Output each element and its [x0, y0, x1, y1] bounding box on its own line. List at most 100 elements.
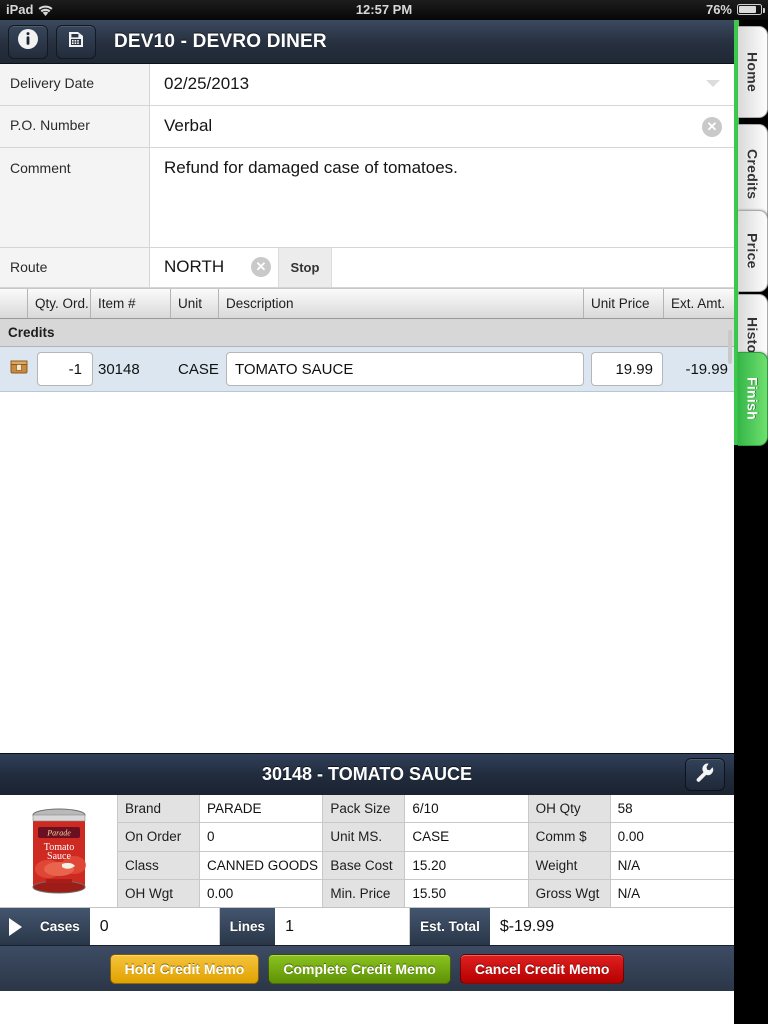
svg-text:Parade: Parade — [46, 829, 71, 838]
spec-key: Class — [118, 851, 200, 879]
expand-totals-button[interactable] — [0, 908, 30, 945]
col-header-description[interactable]: Description — [219, 289, 584, 318]
cancel-credit-memo-button[interactable]: Cancel Credit Memo — [459, 953, 625, 984]
spec-key: Pack Size — [323, 795, 406, 823]
row-qty-cell[interactable]: -1 — [28, 352, 93, 386]
po-number-clear-icon[interactable]: ✕ — [702, 117, 722, 137]
col-header-item[interactable]: Item # — [91, 289, 171, 318]
spec-key: Weight — [528, 851, 611, 879]
tab-label-price: Price — [744, 233, 761, 269]
est-total-label: Est. Total — [410, 908, 490, 945]
tomato-sauce-can-image: Parade Tomato Sauce — [28, 807, 90, 895]
spec-value: PARADE — [200, 795, 324, 823]
po-number-field[interactable]: Verbal ✕ — [150, 106, 734, 147]
spec-row: Base Cost 15.20 — [323, 851, 529, 880]
spec-row: OH Qty 58 — [528, 795, 734, 824]
tab-label-finish: Finish — [744, 377, 761, 421]
spec-row: Gross Wgt N/A — [528, 879, 734, 907]
tab-label-credits: Credits — [744, 148, 761, 200]
action-button-bar: Hold Credit Memo Complete Credit Memo Ca… — [0, 946, 734, 991]
col-header-unit-price[interactable]: Unit Price — [584, 289, 664, 318]
table-header-row: Qty. Ord. Item # Unit Description Unit P… — [0, 288, 734, 319]
route-value: NORTH — [164, 257, 225, 276]
scrollbar-thumb[interactable] — [728, 330, 732, 364]
spec-key: Gross Wgt — [528, 879, 611, 907]
description-input[interactable]: TOMATO SAUCE — [226, 352, 584, 386]
table-row[interactable]: -1 30148 CASE TOMATO SAUCE 19.99 -19.99 — [0, 347, 734, 392]
battery-percent-label: 76% — [705, 2, 732, 17]
items-table: Qty. Ord. Item # Unit Description Unit P… — [0, 288, 734, 753]
stop-button[interactable]: Stop — [278, 248, 332, 287]
col-header-ext-amount[interactable]: Ext. Amt. — [664, 289, 734, 318]
spec-key: Min. Price — [323, 879, 406, 907]
lines-label: Lines — [219, 908, 276, 945]
spec-row: Brand PARADE — [118, 795, 324, 824]
spec-row: Class CANNED GOODS — [118, 851, 324, 880]
spec-value: 0.00 — [200, 879, 324, 907]
spec-row: Unit MS. CASE — [323, 823, 529, 852]
po-number-row[interactable]: P.O. Number Verbal ✕ — [0, 106, 734, 148]
row-unit-price-cell[interactable]: 19.99 — [584, 352, 664, 386]
spec-key: Comm $ — [528, 823, 611, 851]
sidebar-item-home[interactable]: Home — [738, 26, 768, 118]
table-empty-area — [0, 392, 734, 753]
route-label: Route — [0, 248, 150, 287]
col-header-qty[interactable]: Qty. Ord. — [28, 289, 91, 318]
product-settings-button[interactable] — [685, 758, 725, 791]
po-number-value: Verbal — [164, 116, 213, 135]
complete-credit-memo-button[interactable]: Complete Credit Memo — [268, 953, 451, 984]
calculator-button[interactable] — [56, 24, 96, 59]
route-row[interactable]: Route NORTH ✕ Stop — [0, 248, 734, 288]
status-bar-clock: 12:57 PM — [355, 2, 413, 17]
po-number-label: P.O. Number — [0, 106, 150, 147]
chevron-down-icon[interactable] — [706, 80, 720, 87]
app-navbar: DEV10 - DEVRO DINER — [0, 20, 734, 64]
unit-price-input[interactable]: 19.99 — [591, 352, 663, 386]
package-box-icon — [10, 360, 28, 379]
spec-value: 0.00 — [610, 823, 734, 851]
spec-value: 0 — [200, 823, 324, 851]
sidebar-item-finish[interactable]: Finish — [738, 352, 768, 446]
spec-row: Comm $ 0.00 — [528, 823, 734, 852]
row-package-cell — [0, 358, 28, 380]
group-header-credits: Credits — [0, 319, 734, 347]
sidebar-item-price[interactable]: Price — [738, 210, 768, 292]
row-description-cell[interactable]: TOMATO SAUCE — [219, 352, 584, 386]
product-spec-grid: Brand PARADE On Order 0 Class CANNED GOO… — [118, 795, 734, 907]
spec-value: 15.50 — [405, 879, 529, 907]
spec-value: N/A — [610, 851, 734, 879]
comment-field[interactable]: Refund for damaged case of tomatoes. — [150, 148, 734, 247]
product-image: Parade Tomato Sauce — [0, 795, 118, 907]
spec-row: Weight N/A — [528, 851, 734, 880]
calculator-icon — [65, 28, 87, 55]
spec-row: Pack Size 6/10 — [323, 795, 529, 824]
spec-column-2: Pack Size 6/10 Unit MS. CASE Base Cost 1… — [323, 795, 529, 907]
spec-key: Brand — [118, 795, 200, 823]
totals-bar: Cases 0 Lines 1 Est. Total $-19.99 — [0, 908, 734, 946]
qty-input[interactable]: -1 — [37, 352, 93, 386]
battery-icon — [737, 4, 765, 15]
delivery-date-row[interactable]: Delivery Date 02/25/2013 — [0, 64, 734, 106]
route-field[interactable]: NORTH ✕ Stop — [150, 248, 734, 287]
cases-label: Cases — [30, 908, 90, 945]
comment-row[interactable]: Comment Refund for damaged case of tomat… — [0, 148, 734, 248]
sidebar-item-credits[interactable]: Credits — [738, 124, 768, 224]
delivery-date-field[interactable]: 02/25/2013 — [150, 64, 734, 105]
status-bar-right: 76% — [705, 2, 765, 17]
app-content: DEV10 - DEVRO DINER Delivery Date 02/25/… — [0, 20, 734, 1024]
cases-value: 0 — [89, 908, 220, 945]
wrench-icon — [694, 761, 716, 788]
lines-value: 1 — [275, 908, 411, 945]
row-item-number: 30148 — [98, 360, 140, 378]
spec-row: OH Wgt 0.00 — [118, 879, 324, 907]
route-clear-icon[interactable]: ✕ — [251, 257, 271, 277]
col-header-icon — [0, 289, 28, 318]
info-button[interactable] — [8, 24, 48, 59]
product-detail-body: Parade Tomato Sauce Brand PARADE On Orde… — [0, 795, 734, 908]
hold-credit-memo-button[interactable]: Hold Credit Memo — [109, 953, 260, 984]
col-header-unit[interactable]: Unit — [171, 289, 219, 318]
est-total-value: $-19.99 — [489, 908, 734, 945]
spec-key: OH Wgt — [118, 879, 200, 907]
spec-key: Base Cost — [323, 851, 406, 879]
spec-key: OH Qty — [528, 795, 611, 823]
